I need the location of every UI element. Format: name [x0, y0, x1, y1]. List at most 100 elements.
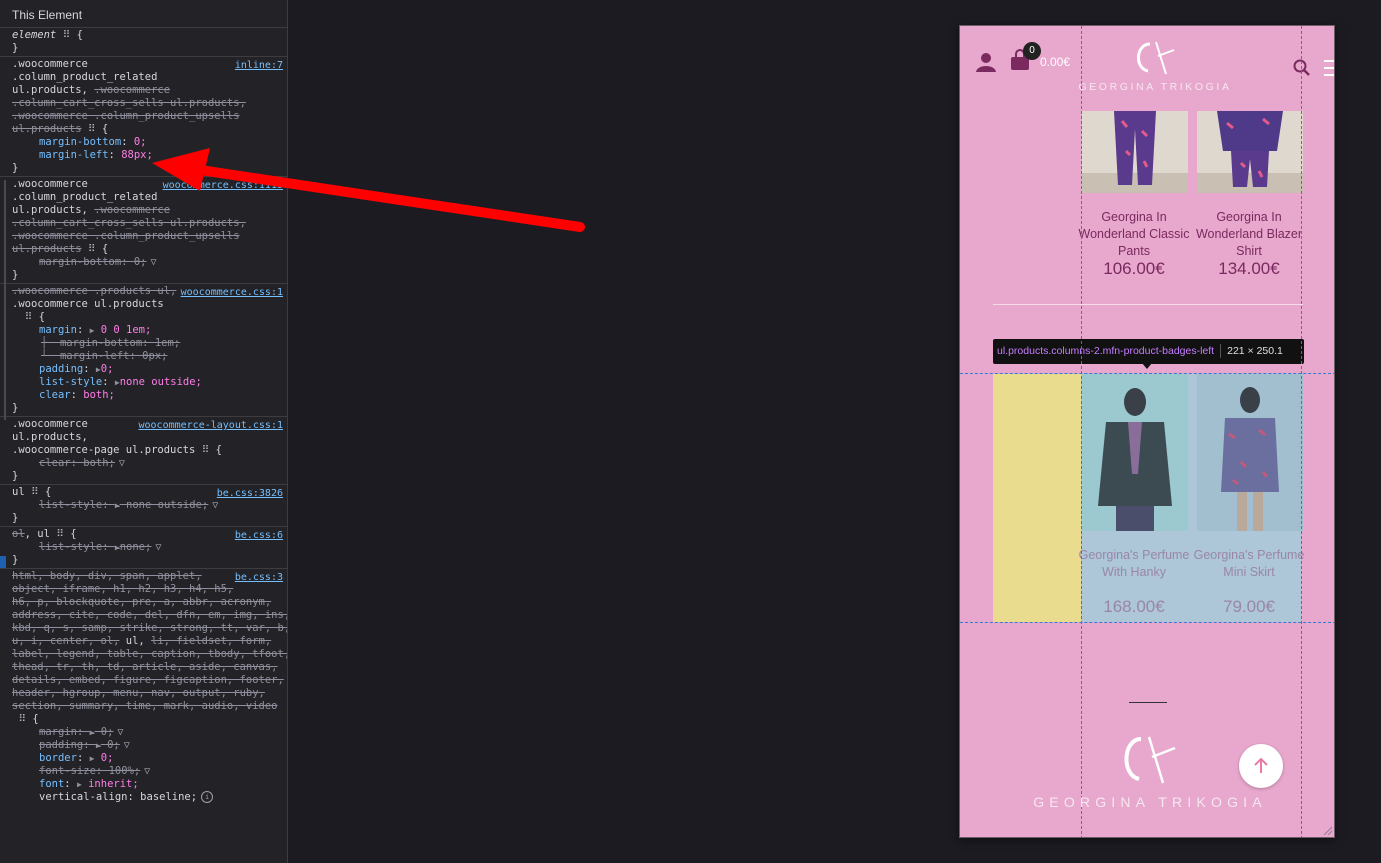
mobile-viewport: 0 0.00€ GEORGINA TRIKOGIA Georgina In Wo…	[959, 25, 1335, 838]
grid-icon[interactable]: ⠿	[88, 243, 96, 255]
cart-count-badge: 0	[1023, 42, 1041, 60]
css-declaration[interactable]: list-style: ▶ none outside; ▽	[12, 499, 287, 512]
filter-icon[interactable]: ▽	[144, 765, 150, 778]
selector-line: .column_product_related	[12, 191, 158, 203]
rule-source-link[interactable]: be.css:6	[235, 529, 283, 542]
filter-icon[interactable]: ▽	[151, 256, 157, 269]
cart-total[interactable]: 0.00€	[1040, 55, 1070, 69]
css-rule-be-3[interactable]: be.css:3 html, body, div, span, applet, …	[0, 569, 287, 805]
css-declaration[interactable]: font: ▶ inherit;	[12, 778, 287, 791]
rule-source-link[interactable]: be.css:3826	[217, 487, 283, 500]
arrow-up-icon	[1254, 757, 1268, 773]
css-declaration[interactable]: margin: ▶ 0; ▽	[12, 726, 287, 739]
selector-line: .woocommerce .column_product_upsells	[12, 110, 240, 122]
filter-icon[interactable]: ▽	[124, 739, 130, 752]
selector-line: .woocommerce ul.products	[12, 298, 164, 310]
grid-icon[interactable]: ⠿	[25, 311, 33, 323]
devtools-rules-panel: This Element element ⠿ { } inline:7 .woo…	[0, 0, 288, 863]
product-name[interactable]: Georgina's Perfume With Hanky	[1078, 547, 1190, 581]
product-price: 79.00€	[1223, 597, 1275, 616]
product-name[interactable]: Georgina's Perfume Mini Skirt	[1193, 547, 1305, 581]
product-image[interactable]	[1082, 374, 1188, 531]
css-rule-element[interactable]: element ⠿ { }	[0, 28, 287, 57]
filter-icon[interactable]: ▽	[212, 499, 218, 512]
css-subdeclaration: └─ margin-left: 0px;	[41, 350, 168, 362]
product-photo	[1098, 388, 1172, 531]
selector-line: section, summary, time, mark, audio, vid…	[12, 700, 278, 712]
footer-brand-wordmark: GEORGINA TRIKOGIA	[1033, 794, 1267, 810]
footer-logo[interactable]	[1115, 731, 1179, 791]
css-declaration[interactable]: list-style: ▶none; ▽	[12, 541, 287, 554]
user-icon[interactable]	[975, 51, 997, 73]
grid-icon[interactable]: ⠿	[31, 486, 39, 498]
product-image[interactable]	[1197, 374, 1303, 531]
tooltip-pointer	[1142, 363, 1152, 369]
css-rule-be-6[interactable]: be.css:6 ol, ul ⠿ { list-style: ▶none; ▽ …	[0, 527, 287, 569]
expand-triangle-icon[interactable]: ▶	[90, 754, 95, 763]
selector-line: thead, tr, th, td, article, aside, canva…	[12, 661, 278, 673]
grid-icon[interactable]: ⠿	[18, 713, 26, 725]
filter-icon[interactable]: ▽	[117, 726, 123, 739]
selector-line: ul.products, .woocommerce	[12, 204, 171, 216]
product-image[interactable]	[1197, 111, 1303, 193]
product-photo	[1197, 111, 1303, 193]
css-declaration[interactable]: padding: ▶ 0; ▽	[12, 739, 287, 752]
css-declaration[interactable]: clear: both;	[12, 389, 287, 402]
css-declaration-margin-left[interactable]: margin-left: 88px;	[12, 149, 287, 162]
expand-triangle-icon[interactable]: ▶	[77, 780, 82, 789]
selector-line: .column_cart_cross_sells ul.products,	[12, 97, 246, 109]
inspector-guide-line	[1301, 26, 1302, 837]
css-rule-woocommerce-1113[interactable]: woocommerce.css:1113 .woocommerce .colum…	[0, 177, 287, 284]
product-name[interactable]: Georgina In Wonderland Classic Pants	[1078, 209, 1190, 260]
css-rule-be-3826[interactable]: be.css:3826 ul ⠿ { list-style: ▶ none ou…	[0, 485, 287, 527]
css-declaration[interactable]: vertical-align: baseline; i	[12, 791, 287, 804]
inspector-guide-line	[960, 373, 1334, 374]
filter-icon[interactable]: ▽	[119, 457, 125, 470]
selector-line: object, iframe, h1, h2, h3, h4, h5,	[12, 583, 234, 595]
tooltip-dimensions: 221 × 250.1	[1227, 345, 1283, 357]
css-rule-woocommerce-layout-1[interactable]: woocommerce-layout.css:1 .woocommerce ul…	[0, 417, 287, 485]
css-declaration[interactable]: font-size: 100%; ▽	[12, 765, 287, 778]
css-declaration[interactable]: list-style: ▶none outside;	[12, 376, 287, 389]
css-declaration[interactable]: margin-bottom: 0; ▽	[12, 256, 287, 269]
inspector-tooltip: ul.products.columns-2.mfn-product-badges…	[993, 339, 1304, 364]
css-declaration[interactable]: margin: ▶ 0 0 1em;	[12, 324, 287, 337]
tooltip-selector: ul.products.columns-2.mfn-product-badges…	[997, 345, 1215, 357]
filter-icon[interactable]: ▽	[155, 541, 161, 554]
grid-icon[interactable]: ⠿	[88, 123, 96, 135]
css-declaration[interactable]: padding: ▶0;	[12, 363, 287, 376]
selector-line: ul.products, .woocommerce	[12, 84, 171, 96]
expand-triangle-icon[interactable]: ▶	[90, 326, 95, 335]
back-to-top-button[interactable]	[1239, 744, 1283, 788]
css-declaration[interactable]: clear: both; ▽	[12, 457, 287, 470]
selected-node-marker	[0, 556, 6, 568]
hamburger-menu-icon[interactable]	[1324, 59, 1335, 77]
product-image[interactable]	[1082, 111, 1188, 193]
selector-line: ul.products ⠿ {	[12, 243, 109, 255]
css-declaration[interactable]: margin-bottom: 0;	[12, 136, 287, 149]
brand-logo[interactable]	[1130, 38, 1178, 80]
product-price: 134.00€	[1218, 259, 1280, 278]
grid-icon[interactable]: ⠿	[202, 444, 210, 456]
selector-line: u, i, center, ol, ul, li, fieldset, form…	[12, 635, 272, 647]
selector-line: .woocommerce-page ul.products ⠿ {	[12, 444, 223, 456]
rule-source-link[interactable]: inline:7	[235, 59, 283, 72]
css-rule-inline-7[interactable]: inline:7 .woocommerce .column_product_re…	[0, 57, 287, 177]
info-icon[interactable]: i	[201, 791, 214, 803]
grid-icon[interactable]: ⠿	[56, 528, 64, 540]
selector-line: .column_product_related	[12, 71, 158, 83]
rule-source-link[interactable]: be.css:3	[235, 571, 283, 584]
rule-source-link[interactable]: woocommerce.css:1	[181, 286, 283, 299]
css-rule-woocommerce-1[interactable]: woocommerce.css:1 .woocommerce .products…	[0, 284, 287, 417]
brand-wordmark: GEORGINA TRIKOGIA	[1078, 81, 1232, 93]
element-selector: element	[12, 29, 57, 41]
rule-source-link[interactable]: woocommerce-layout.css:1	[139, 419, 284, 432]
search-icon[interactable]	[1293, 59, 1311, 77]
resize-grip-icon[interactable]	[1322, 825, 1332, 835]
selector-line: kbd, q, s, samp, strike, strong, tt, var…	[12, 622, 288, 634]
css-declaration[interactable]: border: ▶ 0;	[12, 752, 287, 765]
grid-icon[interactable]: ⠿	[63, 29, 71, 41]
product-name[interactable]: Georgina In Wonderland Blazer Shirt	[1193, 209, 1305, 260]
panel-scrollbar[interactable]	[4, 180, 6, 420]
rule-source-link[interactable]: woocommerce.css:1113	[163, 179, 283, 192]
